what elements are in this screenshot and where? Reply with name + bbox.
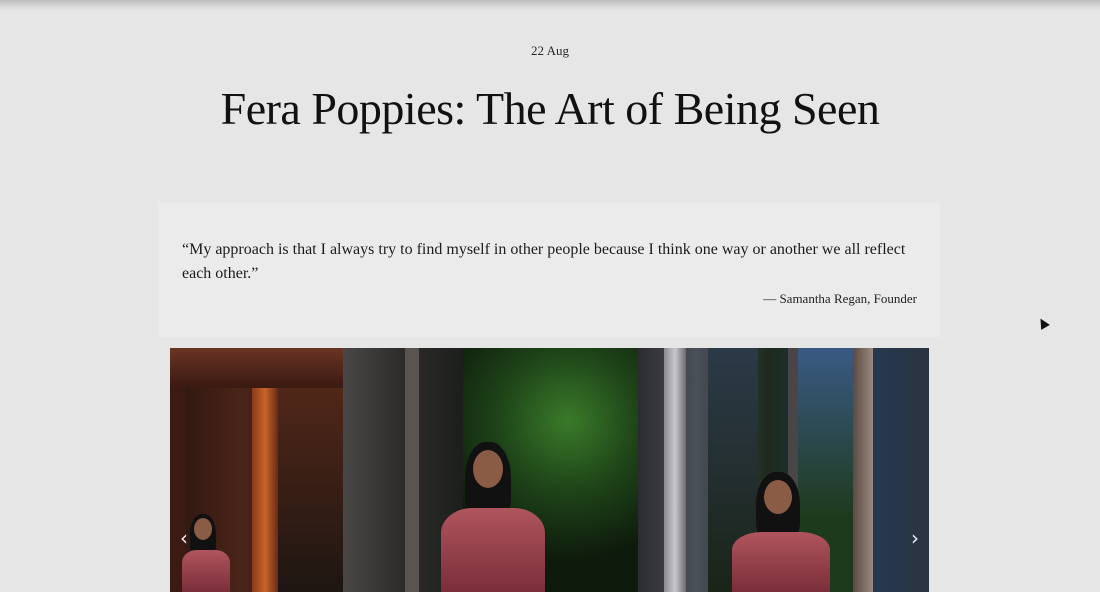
header-shadow	[0, 0, 1100, 10]
gallery-prev-arrow-icon[interactable]: ‹	[174, 526, 194, 550]
gallery-image-3	[638, 348, 929, 592]
gallery-image-1	[170, 348, 343, 592]
article-title: Fera Poppies: The Art of Being Seen	[220, 83, 880, 134]
gallery-image-2	[343, 348, 638, 592]
article-date: 22 Aug	[531, 43, 569, 58]
gallery-next-arrow-icon[interactable]: ›	[905, 526, 925, 550]
quote-author: — Samantha Regan, Founder	[763, 291, 917, 306]
pull-quote: “My approach is that I always try to fin…	[159, 203, 940, 337]
model-figure	[176, 510, 236, 592]
quote-text: “My approach is that I always try to fin…	[182, 241, 906, 282]
model-figure	[726, 470, 836, 592]
image-gallery[interactable]: ‹ ›	[170, 348, 929, 592]
model-figure	[433, 440, 553, 592]
mouse-cursor-icon	[1036, 316, 1050, 330]
